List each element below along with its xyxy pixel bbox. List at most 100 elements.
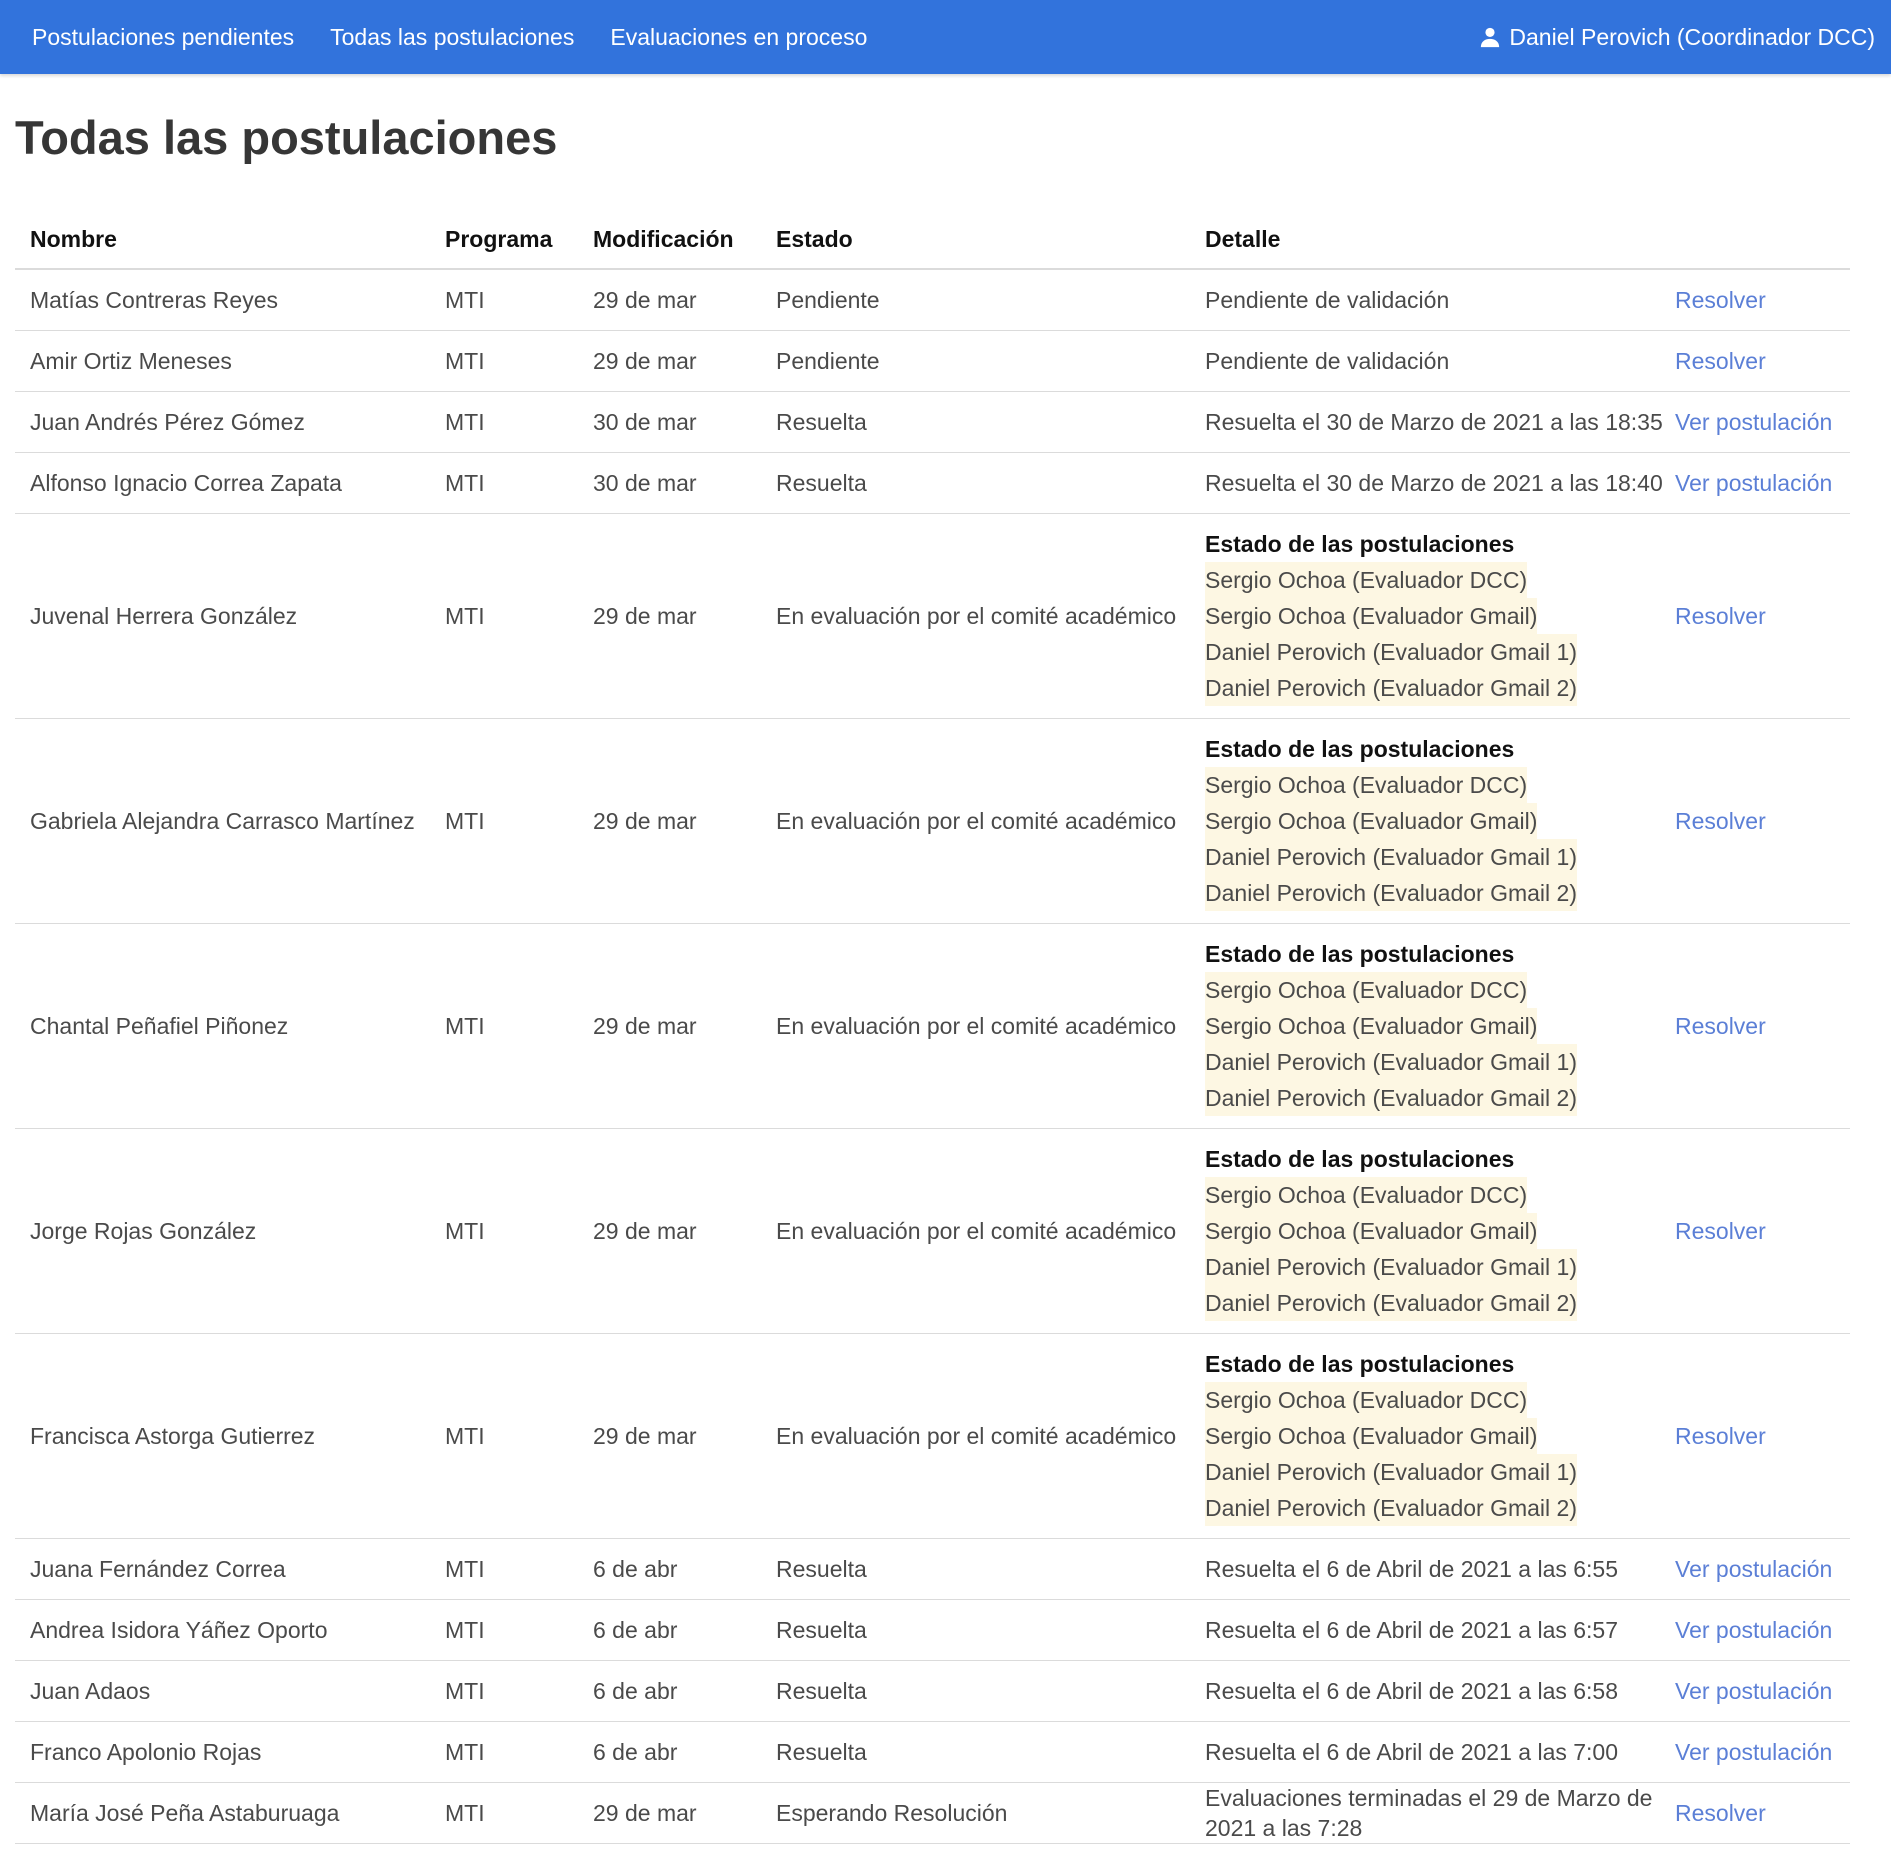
cell-nombre: Amir Ortiz Meneses	[15, 330, 430, 392]
cell-nombre: Juan Adaos	[15, 1660, 430, 1722]
table-row: Gabriela Alejandra Carrasco Martínez MTI 2…	[15, 718, 1850, 924]
evaluator-status: Sergio Ochoa (Evaluador Gmail)	[1205, 1418, 1538, 1454]
cell-modificacion: 30 de mar	[578, 391, 761, 453]
evaluator-status: Sergio Ochoa (Evaluador DCC)	[1205, 1177, 1528, 1213]
detail-text: Resuelta el 6 de Abril de 2021 a las 6:5…	[1205, 1677, 1619, 1704]
evaluator-status: Daniel Perovich (Evaluador Gmail 2)	[1205, 1285, 1577, 1321]
cell-estado: Pendiente	[761, 269, 1190, 331]
nav-link-evaluaciones-en-proceso[interactable]: Evaluaciones en proceso	[610, 24, 867, 51]
cell-estado: Pendiente	[761, 330, 1190, 392]
cell-nombre: Juana Fernández Correa	[15, 1538, 430, 1600]
cell-modificacion: 29 de mar	[578, 269, 761, 331]
cell-estado: Esperando Resolución	[761, 1782, 1190, 1844]
cell-nombre: Alfonso Ignacio Correa Zapata	[15, 452, 430, 514]
resolver-link[interactable]: Resolver	[1675, 287, 1766, 313]
table-row: Franco Apolonio Rojas MTI 6 de abr Resuelta…	[15, 1721, 1850, 1783]
applications-table: Nombre Programa Modificación Estado Deta…	[15, 210, 1850, 1844]
table-row: Juan Adaos MTI 6 de abr Resuelta Resuelta el…	[15, 1660, 1850, 1722]
cell-action: Ver postulación	[1660, 1660, 1850, 1722]
cell-nombre: Franco Apolonio Rojas	[15, 1721, 430, 1783]
user-menu[interactable]: Daniel Perovich (Coordinador DCC)	[1479, 24, 1875, 51]
cell-modificacion: 29 de mar	[578, 718, 761, 924]
cell-action: Resolver	[1660, 513, 1850, 719]
cell-estado: Resuelta	[761, 452, 1190, 514]
cell-detalle: Estado de las postulaciones Sergio Ochoa …	[1190, 718, 1660, 924]
resolver-link[interactable]: Resolver	[1675, 1218, 1766, 1244]
evaluator-status: Daniel Perovich (Evaluador Gmail 2)	[1205, 1490, 1577, 1526]
cell-detalle: Evaluaciones terminadas el 29 de Marzo d…	[1190, 1782, 1660, 1844]
ver-postulacion-link[interactable]: Ver postulación	[1675, 1556, 1832, 1582]
top-navbar: Postulaciones pendientes Todas las postu…	[0, 0, 1891, 74]
user-icon	[1479, 26, 1501, 48]
cell-modificacion: 6 de abr	[578, 1538, 761, 1600]
cell-programa: MTI	[430, 330, 578, 392]
cell-estado: En evaluación por el comité académico	[761, 923, 1190, 1129]
page-title: Todas las postulaciones	[15, 111, 558, 164]
table-row: Juan Andrés Pérez Gómez MTI 30 de mar Resue…	[15, 391, 1850, 453]
cell-action: Resolver	[1660, 923, 1850, 1129]
evaluation-status-title: Estado de las postulaciones	[1205, 1351, 1515, 1377]
ver-postulacion-link[interactable]: Ver postulación	[1675, 1617, 1832, 1643]
evaluator-status: Sergio Ochoa (Evaluador DCC)	[1205, 972, 1528, 1008]
cell-detalle: Estado de las postulaciones Sergio Ochoa …	[1190, 513, 1660, 719]
resolver-link[interactable]: Resolver	[1675, 1423, 1766, 1449]
cell-programa: MTI	[430, 269, 578, 331]
resolver-link[interactable]: Resolver	[1675, 808, 1766, 834]
ver-postulacion-link[interactable]: Ver postulación	[1675, 1739, 1832, 1765]
ver-postulacion-link[interactable]: Ver postulación	[1675, 470, 1832, 496]
cell-programa: MTI	[430, 452, 578, 514]
cell-action: Ver postulación	[1660, 1599, 1850, 1661]
resolver-link[interactable]: Resolver	[1675, 1013, 1766, 1039]
table-header-row: Nombre Programa Modificación Estado Deta…	[15, 210, 1850, 270]
column-header-action	[1660, 210, 1850, 270]
evaluator-status: Daniel Perovich (Evaluador Gmail 1)	[1205, 1454, 1577, 1490]
cell-nombre: María José Peña Astaburuaga	[15, 1782, 430, 1844]
evaluator-status: Sergio Ochoa (Evaluador Gmail)	[1205, 1008, 1538, 1044]
cell-action: Ver postulación	[1660, 452, 1850, 514]
nav-link-postulaciones-pendientes[interactable]: Postulaciones pendientes	[32, 24, 294, 51]
evaluator-status: Daniel Perovich (Evaluador Gmail 1)	[1205, 839, 1577, 875]
evaluator-status: Sergio Ochoa (Evaluador DCC)	[1205, 562, 1528, 598]
cell-detalle: Pendiente de validación	[1190, 269, 1660, 331]
cell-estado: Resuelta	[761, 1599, 1190, 1661]
evaluator-status: Sergio Ochoa (Evaluador Gmail)	[1205, 1213, 1538, 1249]
cell-action: Ver postulación	[1660, 391, 1850, 453]
cell-programa: MTI	[430, 1599, 578, 1661]
cell-estado: En evaluación por el comité académico	[761, 1333, 1190, 1539]
cell-modificacion: 30 de mar	[578, 452, 761, 514]
cell-programa: MTI	[430, 391, 578, 453]
cell-modificacion: 6 de abr	[578, 1721, 761, 1783]
resolver-link[interactable]: Resolver	[1675, 603, 1766, 629]
resolver-link[interactable]: Resolver	[1675, 348, 1766, 374]
cell-modificacion: 29 de mar	[578, 1333, 761, 1539]
cell-nombre: Jorge Rojas González	[15, 1128, 430, 1334]
evaluator-status: Daniel Perovich (Evaluador Gmail 1)	[1205, 634, 1577, 670]
cell-programa: MTI	[430, 923, 578, 1129]
cell-modificacion: 29 de mar	[578, 330, 761, 392]
cell-modificacion: 6 de abr	[578, 1660, 761, 1722]
cell-estado: Resuelta	[761, 1660, 1190, 1722]
evaluator-status: Daniel Perovich (Evaluador Gmail 2)	[1205, 875, 1577, 911]
cell-detalle: Estado de las postulaciones Sergio Ochoa …	[1190, 1333, 1660, 1539]
cell-detalle: Resuelta el 6 de Abril de 2021 a las 6:5…	[1190, 1538, 1660, 1600]
detail-text: Resuelta el 6 de Abril de 2021 a las 7:0…	[1205, 1738, 1619, 1765]
cell-detalle: Resuelta el 6 de Abril de 2021 a las 7:0…	[1190, 1721, 1660, 1783]
cell-programa: MTI	[430, 1721, 578, 1783]
table-row: Francisca Astorga Gutierrez MTI 29 de mar E…	[15, 1333, 1850, 1539]
cell-estado: Resuelta	[761, 1538, 1190, 1600]
cell-programa: MTI	[430, 513, 578, 719]
ver-postulacion-link[interactable]: Ver postulación	[1675, 409, 1832, 435]
cell-modificacion: 29 de mar	[578, 1782, 761, 1844]
cell-modificacion: 6 de abr	[578, 1599, 761, 1661]
cell-action: Ver postulación	[1660, 1538, 1850, 1600]
table-row: Juvenal Herrera González MTI 29 de mar En e…	[15, 513, 1850, 719]
cell-detalle: Resuelta el 30 de Marzo de 2021 a las 18…	[1190, 391, 1663, 453]
cell-programa: MTI	[430, 718, 578, 924]
nav-link-todas-las-postulaciones[interactable]: Todas las postulaciones	[330, 24, 574, 51]
ver-postulacion-link[interactable]: Ver postulación	[1675, 1678, 1832, 1704]
cell-action: Resolver	[1660, 1128, 1850, 1334]
table-row: Jorge Rojas González MTI 29 de mar En evalu…	[15, 1128, 1850, 1334]
cell-detalle: Estado de las postulaciones Sergio Ochoa …	[1190, 1128, 1660, 1334]
resolver-link[interactable]: Resolver	[1675, 1800, 1766, 1826]
cell-action: Resolver	[1660, 1333, 1850, 1539]
